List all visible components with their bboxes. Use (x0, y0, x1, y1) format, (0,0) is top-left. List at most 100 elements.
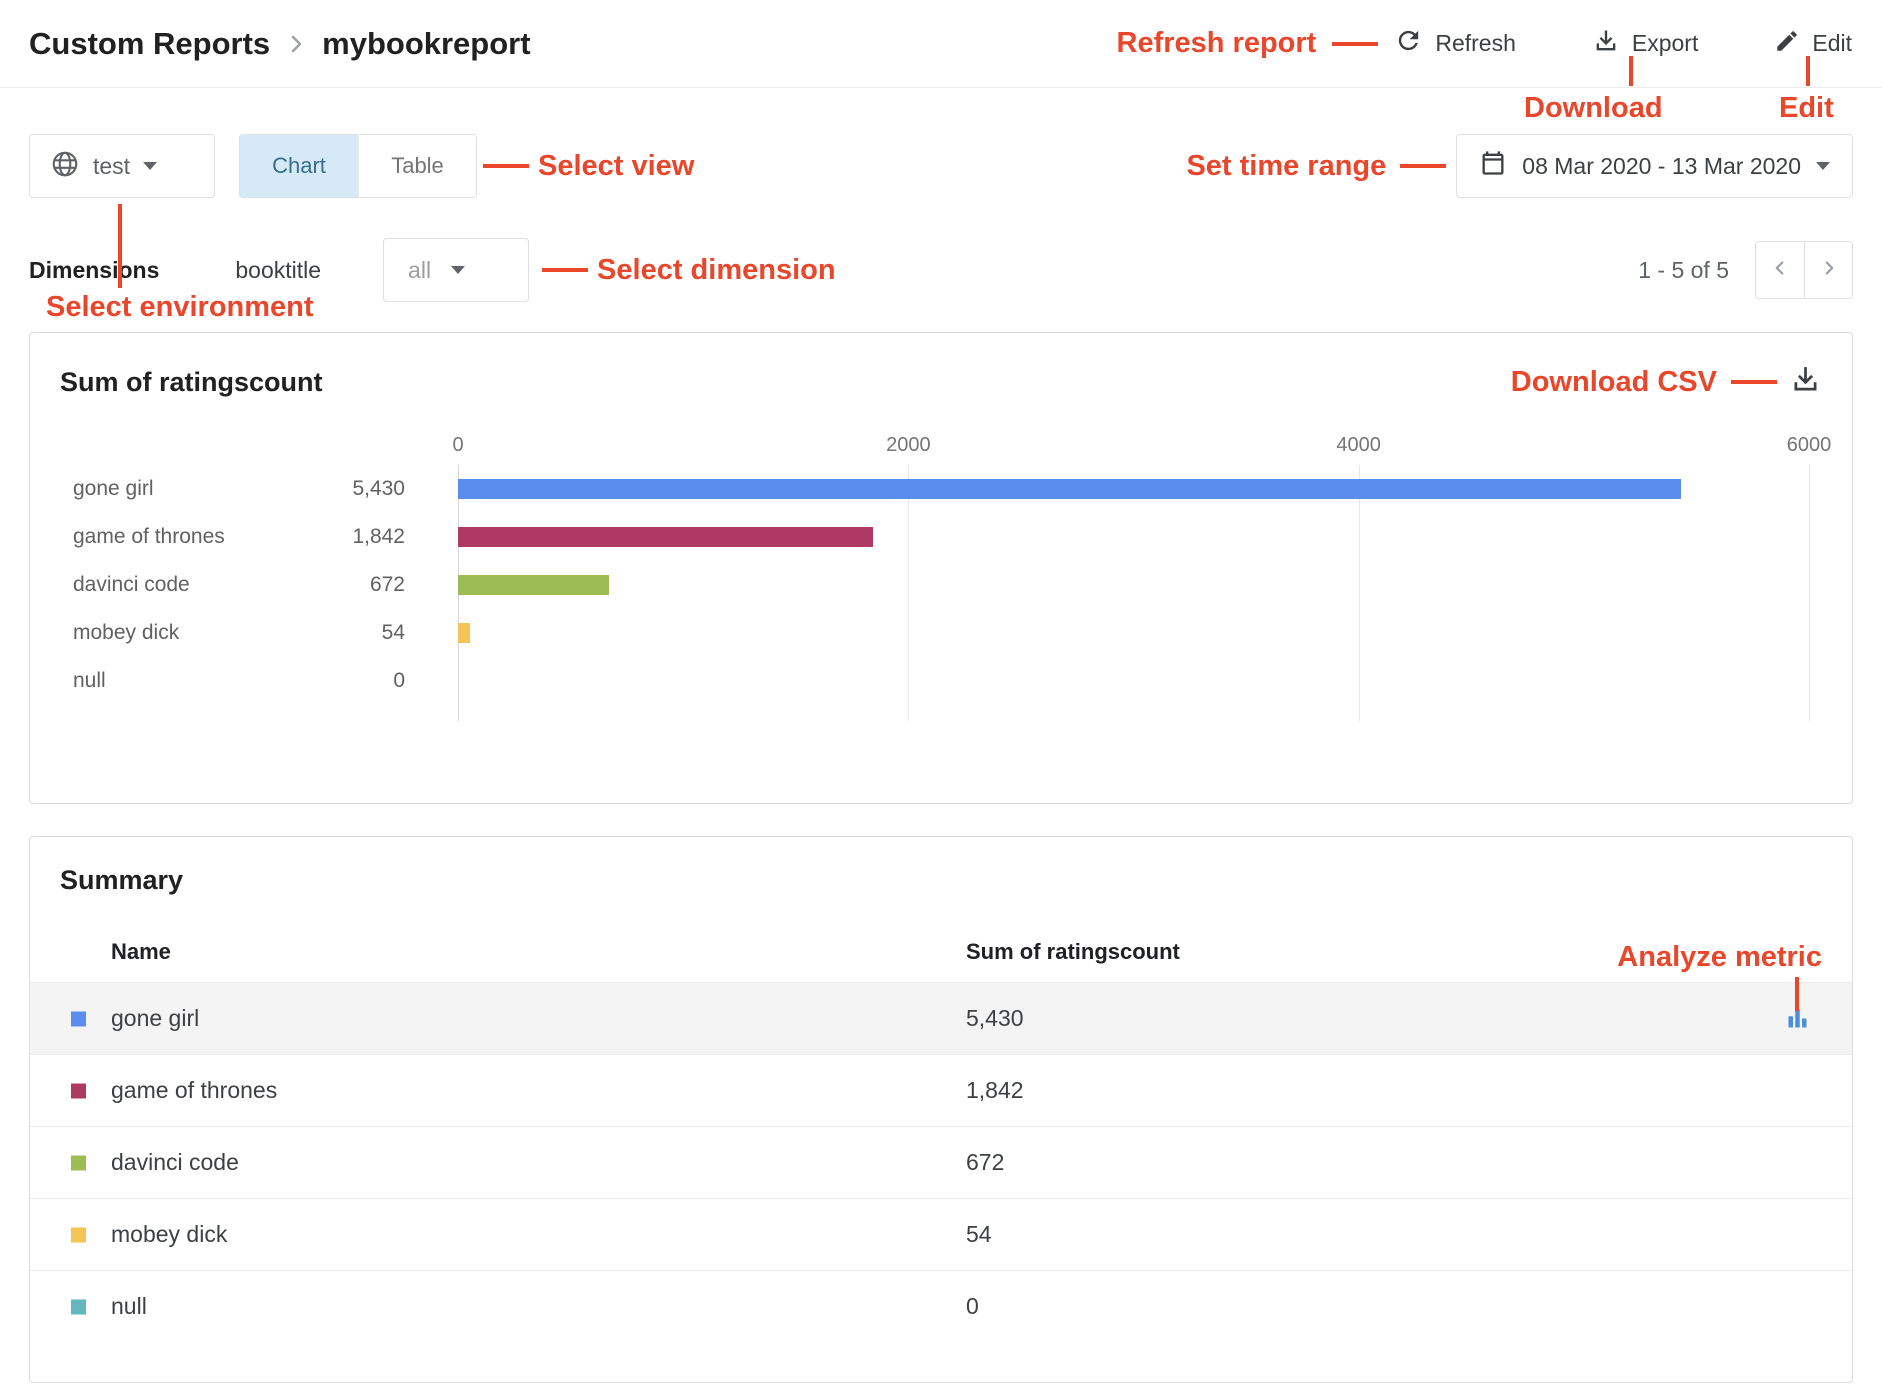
refresh-label: Refresh (1435, 30, 1516, 57)
row-value: 672 (966, 1149, 1742, 1176)
download-icon (1592, 27, 1620, 61)
breadcrumb-root[interactable]: Custom Reports (29, 26, 270, 62)
row-name: null (111, 1293, 966, 1320)
toolbar-right: Set time range 08 Mar 2020 - 13 Mar 2020 (1186, 134, 1853, 198)
tab-chart[interactable]: Chart (240, 135, 358, 197)
annotation-line (1332, 42, 1378, 46)
annotation-line (1731, 380, 1777, 384)
annotation-line (483, 164, 529, 168)
chevron-right-icon (1818, 257, 1840, 284)
row-name: game of thrones (111, 1077, 966, 1104)
chart-title: Sum of ratingscount (60, 367, 323, 398)
chart-category-label: null (30, 669, 263, 693)
chart-axis-ticks: 0200040006000 (458, 431, 1809, 465)
series-color-swatch (71, 1227, 86, 1242)
chart-value-label: 54 (263, 621, 405, 645)
chart-row: null 0 (30, 657, 1852, 705)
chart-card: Sum of ratingscount Download CSV 0 2000 40… (29, 332, 1853, 804)
edit-button[interactable]: Edit (1774, 28, 1852, 60)
csv-group: Download CSV (1511, 363, 1822, 401)
chart-category-label: mobey dick (30, 621, 263, 645)
breadcrumb: Custom Reports mybookreport (29, 26, 531, 62)
chart-bar-track (458, 575, 1809, 595)
chart-bar-track (458, 623, 1809, 643)
annotation-line (1400, 164, 1446, 168)
summary-table: Name Sum of ratingscount gone girl 5,430… (30, 922, 1852, 1342)
annotation-refresh-report: Refresh report (1117, 27, 1317, 60)
row-value: 5,430 (966, 1005, 1742, 1032)
chart-value-label: 672 (263, 573, 405, 597)
chart-row: game of thrones 1,842 (30, 513, 1852, 561)
chart-bar-track (458, 671, 1809, 691)
date-range-value: 08 Mar 2020 - 13 Mar 2020 (1522, 153, 1801, 180)
axis-tick-label: 6000 (1787, 434, 1832, 457)
dimensions-label: Dimensions (29, 257, 159, 284)
pencil-icon (1774, 28, 1800, 60)
chart-bar[interactable] (458, 479, 1681, 499)
row-value: 0 (966, 1293, 1742, 1320)
chart-bar[interactable] (458, 575, 609, 595)
pagination: 1 - 5 of 5 (1638, 241, 1853, 299)
toolbar: test Chart Table Select view Set time ra… (29, 134, 1853, 198)
summary-card: Summary Name Sum of ratingscount gone gi… (29, 836, 1853, 1383)
annotation-edit: Edit (1779, 92, 1834, 125)
header-actions: Refresh report Refresh Export Edit (1117, 26, 1853, 61)
axis-tick-label: 2000 (886, 434, 931, 457)
bar-chart: 0 2000 4000 6000 gone girl 5,430 game of th… (30, 431, 1852, 721)
chevron-down-icon (1816, 162, 1830, 170)
chart-bar-track (458, 527, 1809, 547)
chevron-down-icon (143, 162, 157, 170)
chart-bar-track (458, 479, 1809, 499)
column-header-name: Name (111, 939, 966, 965)
environment-select[interactable]: test (29, 134, 215, 198)
view-toggle: Chart Table (239, 134, 477, 198)
dimension-value-select[interactable]: all (383, 238, 529, 302)
summary-title: Summary (30, 865, 1852, 896)
annotation-download: Download (1524, 92, 1663, 125)
chart-category-label: davinci code (30, 573, 263, 597)
chevron-down-icon (451, 266, 465, 274)
axis-tick-label: 0 (452, 434, 463, 457)
annotation-line (118, 204, 122, 288)
dimension-selected-value: all (408, 257, 431, 284)
row-value: 54 (966, 1221, 1742, 1248)
table-row: davinci code 672 (30, 1126, 1852, 1198)
series-color-swatch (71, 1083, 86, 1098)
pagination-prev-button[interactable] (1756, 242, 1804, 298)
annotation-analyze-metric: Analyze metric (1617, 941, 1822, 974)
annotation-line (1795, 977, 1799, 1011)
chevron-right-icon (284, 32, 308, 56)
breadcrumb-current: mybookreport (322, 26, 530, 62)
annotation-line (1806, 56, 1810, 86)
annotation-line (1629, 56, 1633, 86)
refresh-button[interactable]: Refresh (1394, 26, 1516, 61)
export-button[interactable]: Export (1592, 27, 1698, 61)
series-color-swatch (71, 1299, 86, 1314)
chart-rows: gone girl 5,430 game of thrones 1,842 da… (30, 465, 1852, 705)
edit-label: Edit (1812, 30, 1852, 57)
annotation-download-csv: Download CSV (1511, 366, 1717, 399)
chart-row: mobey dick 54 (30, 609, 1852, 657)
chart-category-label: game of thrones (30, 525, 263, 549)
row-value: 1,842 (966, 1077, 1742, 1104)
series-color-swatch (71, 1155, 86, 1170)
header: Custom Reports mybookreport Refresh repo… (0, 0, 1882, 88)
chart-category-label: gone girl (30, 477, 263, 501)
table-row: game of thrones 1,842 (30, 1054, 1852, 1126)
pagination-buttons (1755, 241, 1853, 299)
chart-bar[interactable] (458, 623, 470, 643)
pagination-range: 1 - 5 of 5 (1638, 257, 1729, 284)
pagination-next-button[interactable] (1804, 242, 1852, 298)
chart-card-header: Sum of ratingscount Download CSV (30, 333, 1852, 401)
custom-report-page: Custom Reports mybookreport Refresh repo… (0, 0, 1882, 1396)
chart-bar[interactable] (458, 527, 873, 547)
date-range-picker[interactable]: 08 Mar 2020 - 13 Mar 2020 (1456, 134, 1853, 198)
chart-row: davinci code 672 (30, 561, 1852, 609)
chart-row: gone girl 5,430 (30, 465, 1852, 513)
environment-value: test (93, 153, 130, 180)
axis-tick-label: 4000 (1336, 434, 1381, 457)
table-row: gone girl 5,430 (30, 982, 1852, 1054)
tab-table[interactable]: Table (358, 135, 476, 197)
annotation-select-environment: Select environment (46, 291, 314, 324)
download-csv-icon[interactable] (1789, 363, 1822, 401)
